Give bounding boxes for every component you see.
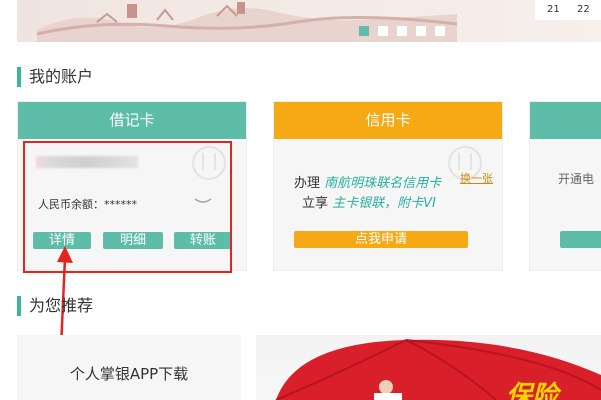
change-card-link[interactable]: 换一张 [460,170,493,186]
debit-card-header[interactable]: 借记卡 [18,102,246,139]
recommend-title: 为您推荐 [17,295,93,317]
credit-card-header[interactable]: 信用卡 [274,102,502,139]
insurance-text: 保险 [506,381,559,400]
insurance-promo-banner[interactable]: 保险 [256,335,601,400]
third-card-header[interactable] [530,102,601,139]
offer-prefix: 办理 [294,176,321,191]
date-number: 21 [547,4,560,15]
credit-offer-line-1: 办理 南航明珠联名信用卡 [294,172,441,191]
card-name-highlight: 南航明珠联名信用卡 [324,176,442,191]
benefit-highlight: 主卡银联，附卡VI [332,196,436,211]
offer-prefix: 立享 [302,196,329,211]
apply-now-button[interactable]: 点我申请 [294,231,468,248]
my-account-title: 我的账户 [17,66,93,88]
carousel-dots [359,26,445,36]
calendar-widget: 21 22 [535,0,601,20]
credit-card-panel: 信用卡 办理 南航明珠联名信用卡 换一张 立享 主卡银联，附卡VI 点我申请 [273,101,503,271]
carousel-dot[interactable] [416,26,426,36]
credit-offer-line-2: 立享 主卡银联，附卡VI [302,192,436,211]
carousel-dot[interactable] [397,26,407,36]
carousel-dot[interactable] [359,26,369,36]
top-banner[interactable]: 21 22 [17,0,601,42]
carousel-dot[interactable] [435,26,445,36]
third-card-button[interactable] [560,231,601,248]
third-card-panel: 开通电 [529,101,601,271]
carousel-dot[interactable] [378,26,388,36]
date-number: 22 [577,4,590,15]
app-download-tile[interactable]: 个人掌银APP下载 [17,335,241,400]
app-download-label: 个人掌银APP下载 [69,365,189,383]
third-card-text: 开通电 [558,172,595,186]
